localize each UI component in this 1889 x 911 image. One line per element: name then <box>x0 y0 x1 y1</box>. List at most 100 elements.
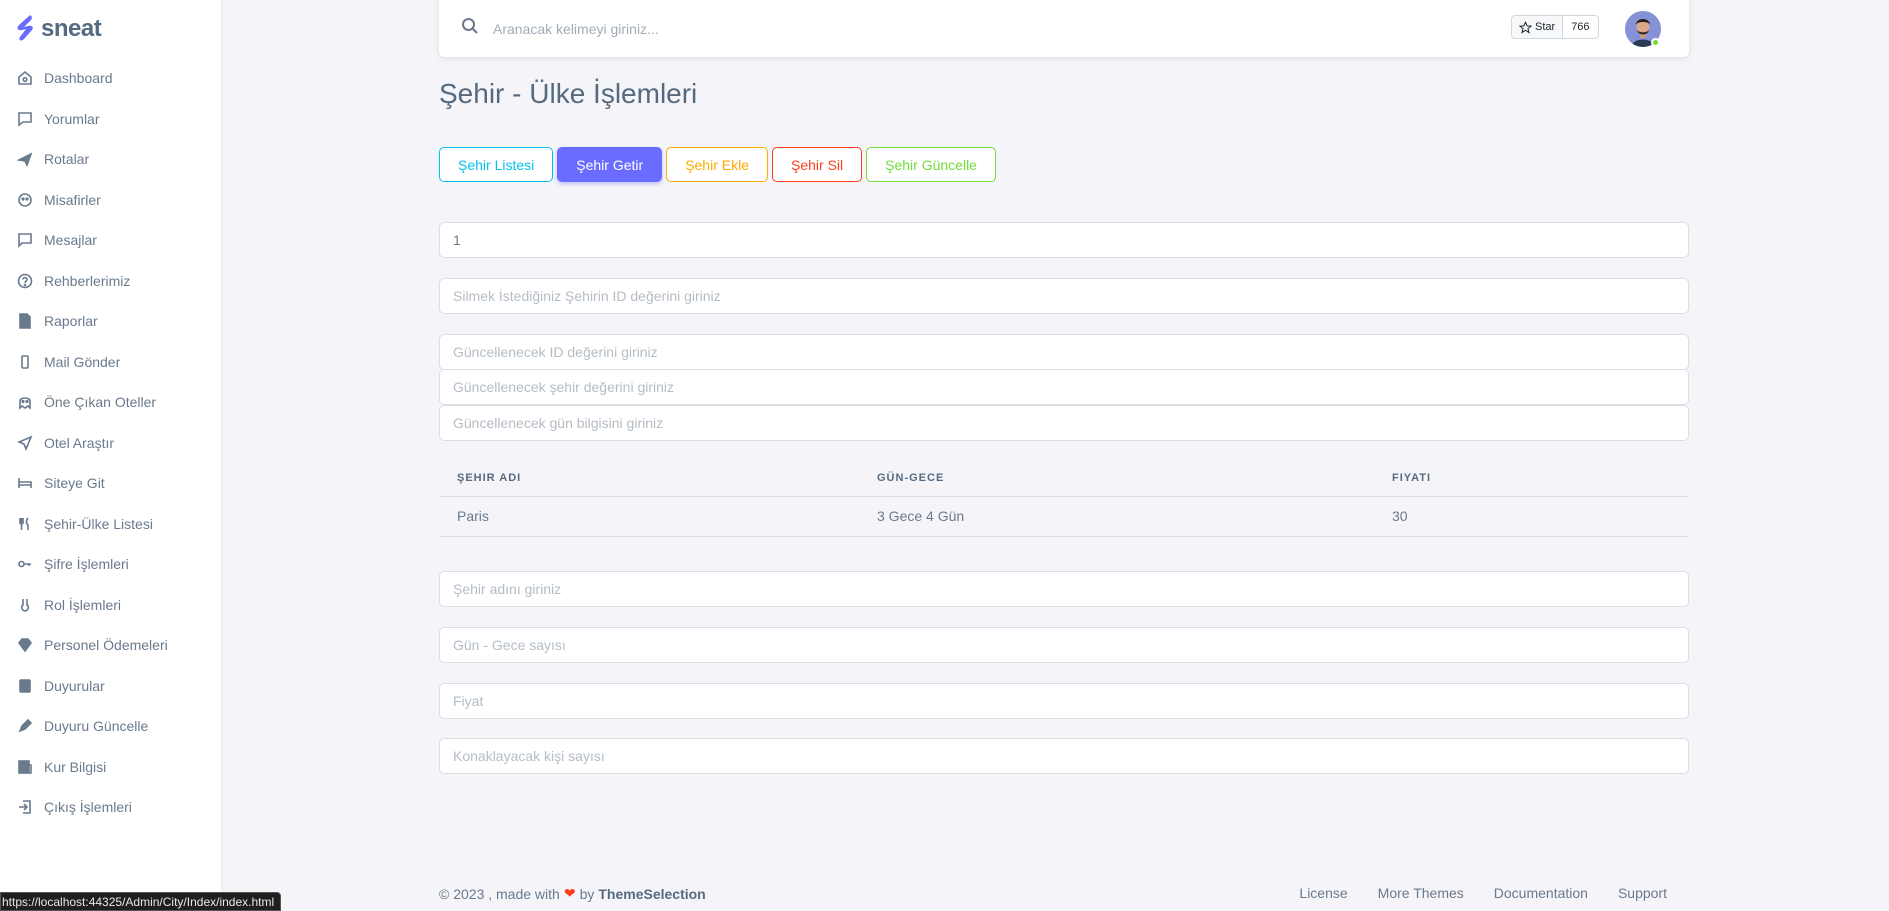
search-icon <box>461 17 479 40</box>
ghost-icon <box>17 394 33 411</box>
column-header-city: ŞEHIR ADI <box>439 460 859 497</box>
footer-link-more-themes[interactable]: More Themes <box>1378 885 1464 902</box>
sidebar-item-label: Kur Bilgisi <box>44 758 107 775</box>
bed-icon <box>17 475 33 491</box>
table-row: Paris 3 Gece 4 Gün 30 <box>439 496 1689 537</box>
add-price-input[interactable] <box>439 683 1689 719</box>
action-button-row: Şehir Listesi Şehir Getir Şehir Ekle Şeh… <box>439 147 996 182</box>
footer-copyright: © 2023 , made with ❤ by ThemeSelection <box>439 885 706 902</box>
sneat-logo-icon <box>17 15 33 41</box>
sidebar-item-raporlar[interactable]: Raporlar <box>0 301 221 342</box>
page-title: Şehir - Ülke İşlemleri <box>439 78 698 109</box>
sidebar-item-dashboard[interactable]: Dashboard <box>0 58 221 99</box>
browser-status-url: https://localhost:44325/Admin/City/Index… <box>0 892 282 911</box>
top-navbar: Star 766 <box>439 0 1689 57</box>
sidebar-item-yorumlar[interactable]: Yorumlar <box>0 99 221 140</box>
copyright-text: © 2023 , made with <box>439 885 560 902</box>
github-star-widget: Star 766 <box>1511 15 1599 39</box>
heart-icon: ❤ <box>563 885 576 901</box>
sidebar-item-label: Misafirler <box>44 191 101 208</box>
add-people-count-input[interactable] <box>439 738 1689 774</box>
sidebar-item-label: Mail Gönder <box>44 353 121 370</box>
message-icon <box>17 111 33 127</box>
sidebar-item-rotalar[interactable]: Rotalar <box>0 139 221 180</box>
table-header-row: ŞEHIR ADI GÜN-GECE FIYATI <box>439 460 1689 497</box>
update-id-input[interactable] <box>439 334 1689 370</box>
sidebar-item-sehir-ulke-listesi[interactable]: Şehir-Ülke Listesi <box>0 504 221 545</box>
sidebar-item-siteye-git[interactable]: Siteye Git <box>0 463 221 504</box>
delete-city-id-input[interactable] <box>439 278 1689 314</box>
city-update-button[interactable]: Şehir Güncelle <box>866 147 996 182</box>
column-header-day-night: GÜN-GECE <box>859 460 1374 497</box>
sidebar-item-label: Yorumlar <box>44 110 100 127</box>
sidebar-menu: Dashboard Yorumlar Rotalar Misafirler Me… <box>0 58 221 828</box>
search-input[interactable] <box>493 20 1393 37</box>
send-icon <box>17 435 33 451</box>
cell-price: 30 <box>1374 496 1689 537</box>
footer: © 2023 , made with ❤ by ThemeSelection L… <box>439 885 1689 902</box>
sidebar-item-label: Şehir-Ülke Listesi <box>44 515 153 532</box>
cell-city: Paris <box>439 496 859 537</box>
sidebar-item-kur-bilgisi[interactable]: Kur Bilgisi <box>0 747 221 788</box>
get-city-id-input[interactable] <box>439 222 1689 258</box>
footer-link-support[interactable]: Support <box>1618 885 1667 902</box>
sidebar-item-label: Çıkış İşlemleri <box>44 799 132 816</box>
sidebar-item-personel-odemeleri[interactable]: Personel Ödemeleri <box>0 625 221 666</box>
sidebar-item-cikis-islemleri[interactable]: Çıkış İşlemleri <box>0 787 221 828</box>
city-delete-button[interactable]: Şehir Sil <box>772 147 863 182</box>
book-icon <box>17 678 33 694</box>
report-icon <box>17 313 33 330</box>
sidebar-item-label: Rehberlerimiz <box>44 272 131 289</box>
sidebar: sneat Dashboard Yorumlar Rotalar Misafir… <box>0 0 221 911</box>
add-city-name-input[interactable] <box>439 571 1689 607</box>
sidebar-item-mesajlar[interactable]: Mesajlar <box>0 220 221 261</box>
sidebar-item-label: Öne Çıkan Oteller <box>44 394 157 411</box>
sidebar-item-label: Şifre İşlemleri <box>44 556 129 573</box>
restaurant-icon <box>17 516 33 532</box>
plane-icon <box>17 151 33 168</box>
sidebar-item-label: Personel Ödemeleri <box>44 637 168 654</box>
chat-icon <box>17 232 33 249</box>
sidebar-item-label: Mesajlar <box>44 232 97 249</box>
sidebar-item-otel-arastir[interactable]: Otel Araştır <box>0 423 221 464</box>
user-icon <box>17 192 33 208</box>
pen-icon <box>17 718 33 734</box>
footer-brand-link[interactable]: ThemeSelection <box>598 886 705 902</box>
column-header-price: FIYATI <box>1374 460 1689 497</box>
mail-icon <box>17 354 33 370</box>
sidebar-item-one-cikan-oteller[interactable]: Öne Çıkan Oteller <box>0 382 221 423</box>
sidebar-item-rol-islemleri[interactable]: Rol İşlemleri <box>0 585 221 626</box>
sidebar-item-label: Otel Araştır <box>44 434 115 451</box>
home-icon <box>17 70 33 86</box>
logout-icon <box>17 799 33 815</box>
help-icon <box>17 273 33 289</box>
news-icon <box>17 759 33 775</box>
city-list-button[interactable]: Şehir Listesi <box>439 147 554 182</box>
update-day-input[interactable] <box>439 405 1689 441</box>
city-table: ŞEHIR ADI GÜN-GECE FIYATI Paris 3 Gece 4… <box>439 460 1689 537</box>
diamond-icon <box>17 637 33 653</box>
sidebar-item-label: Dashboard <box>44 70 113 87</box>
sidebar-item-mail-gonder[interactable]: Mail Gönder <box>0 342 221 383</box>
brand[interactable]: sneat <box>0 0 221 58</box>
sidebar-item-duyuru-guncelle[interactable]: Duyuru Güncelle <box>0 706 221 747</box>
lock-icon <box>17 597 33 613</box>
brand-name: sneat <box>41 15 102 42</box>
footer-link-documentation[interactable]: Documentation <box>1494 885 1588 902</box>
sidebar-item-rehberlerimiz[interactable]: Rehberlerimiz <box>0 261 221 302</box>
sidebar-item-sifre-islemleri[interactable]: Şifre İşlemleri <box>0 544 221 585</box>
cell-day-night: 3 Gece 4 Gün <box>859 496 1374 537</box>
city-get-button[interactable]: Şehir Getir <box>557 147 663 182</box>
online-status-dot <box>1651 38 1660 47</box>
footer-link-license[interactable]: License <box>1299 885 1347 902</box>
sidebar-item-duyurular[interactable]: Duyurular <box>0 666 221 707</box>
github-star-count[interactable]: 766 <box>1563 15 1599 39</box>
add-day-night-input[interactable] <box>439 627 1689 663</box>
sidebar-item-label: Rol İşlemleri <box>44 596 122 613</box>
github-star-button[interactable]: Star <box>1511 15 1564 39</box>
city-add-button[interactable]: Şehir Ekle <box>666 147 768 182</box>
sidebar-item-label: Rotalar <box>44 151 90 168</box>
update-city-input[interactable] <box>439 369 1689 405</box>
sidebar-item-misafirler[interactable]: Misafirler <box>0 180 221 221</box>
star-label: Star <box>1535 21 1556 33</box>
